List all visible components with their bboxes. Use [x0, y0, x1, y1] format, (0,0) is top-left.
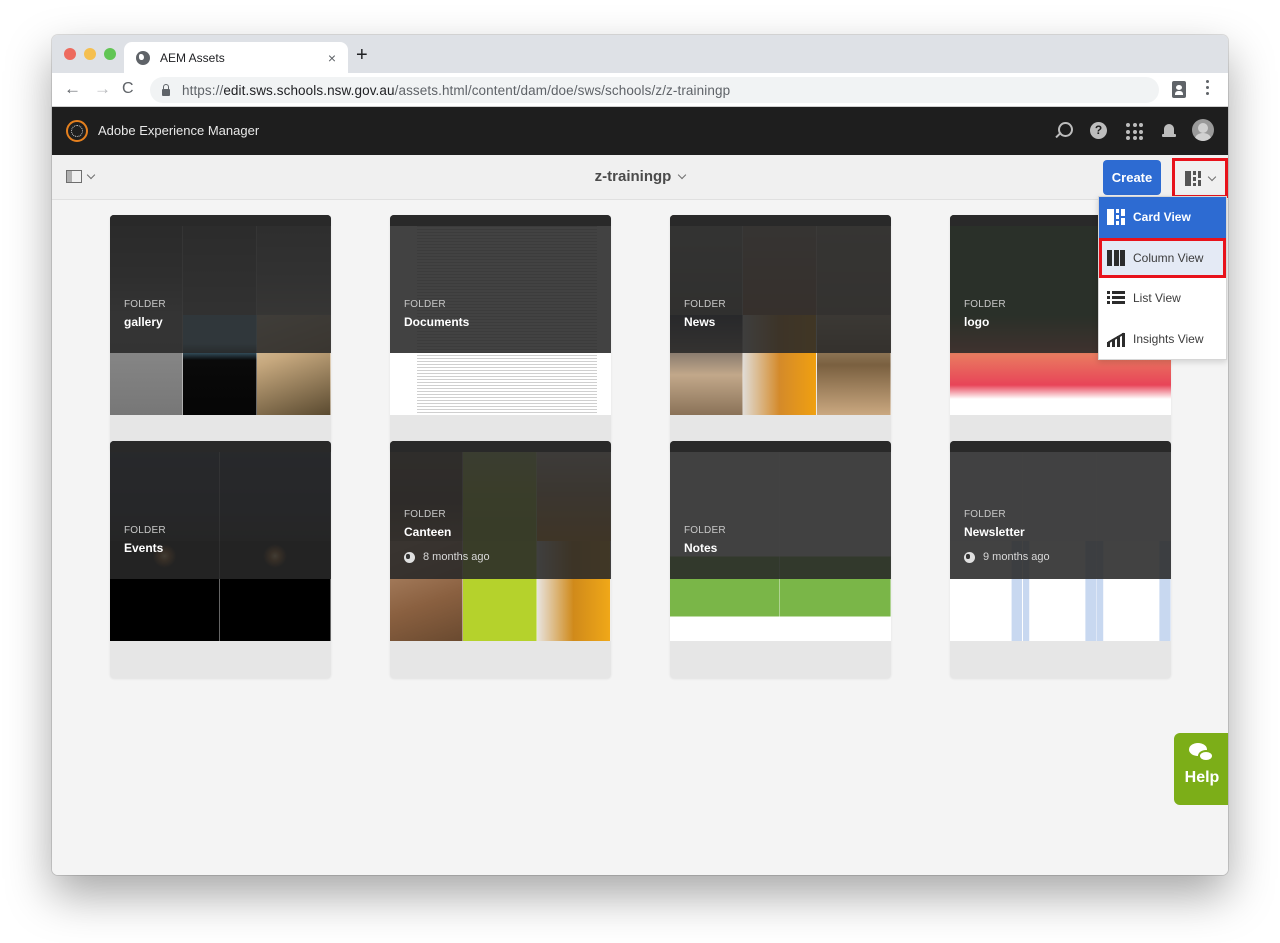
card-meta: FOLDER Events	[124, 525, 166, 555]
modified-time: 8 months ago	[423, 551, 490, 563]
list-view-icon	[1107, 290, 1125, 306]
page-title: z-trainingp	[594, 168, 672, 185]
card-title: Newsletter	[964, 525, 1025, 539]
new-tab-button[interactable]: +	[356, 44, 368, 67]
folder-card-gallery[interactable]: FOLDER gallery	[110, 215, 331, 452]
back-button[interactable]: ←	[64, 79, 81, 99]
card-title: Notes	[684, 541, 718, 555]
help-icon[interactable]: ?	[1088, 120, 1110, 142]
url-scheme: https://	[182, 82, 224, 98]
menu-item-label: Insights View	[1133, 331, 1204, 346]
aem-header: Adobe Experience Manager ?	[52, 107, 1228, 155]
create-button[interactable]: Create	[1103, 160, 1161, 195]
menu-item-label: List View	[1133, 291, 1181, 306]
chevron-down-icon	[678, 170, 687, 180]
lock-icon	[162, 83, 170, 96]
close-window-button[interactable]	[64, 48, 76, 60]
card-title: News	[684, 315, 716, 329]
asset-grid: FOLDER gallery FOLDER Documents FOLDER N…	[52, 201, 1228, 875]
card-meta: FOLDER Documents	[404, 299, 469, 329]
view-switcher-button[interactable]	[1172, 158, 1228, 198]
column-view-icon	[1107, 249, 1125, 266]
card-title: gallery	[124, 315, 163, 329]
search-icon[interactable]	[1053, 120, 1075, 142]
card-type: FOLDER	[964, 299, 1006, 310]
card-meta: FOLDER News	[684, 299, 726, 329]
user-avatar[interactable]	[1192, 119, 1214, 141]
url-path: /assets.html/content/dam/doe/sws/schools…	[394, 82, 731, 98]
card-view-icon	[1185, 170, 1201, 186]
card-meta: FOLDER logo	[964, 299, 1006, 329]
app-title[interactable]: Adobe Experience Manager	[98, 123, 259, 138]
card-type: FOLDER	[124, 299, 166, 310]
published-status: 9 months ago	[964, 551, 1050, 563]
forward-button[interactable]: →	[94, 79, 111, 99]
card-meta: FOLDER gallery	[124, 299, 166, 329]
menu-item-label: Column View	[1133, 250, 1204, 265]
browser-tab[interactable]: AEM Assets ×	[124, 42, 348, 73]
view-menu: Card View Column View List View Insights…	[1098, 196, 1227, 360]
globe-icon	[136, 50, 150, 65]
close-tab-icon[interactable]: ×	[328, 50, 336, 66]
card-type: FOLDER	[964, 509, 1006, 520]
card-title: Canteen	[404, 525, 452, 539]
folder-card-news[interactable]: FOLDER News	[670, 215, 891, 452]
insights-view-icon	[1107, 331, 1125, 347]
modified-time: 9 months ago	[983, 551, 1050, 563]
card-title: Documents	[404, 315, 470, 329]
reload-button[interactable]: C	[122, 80, 134, 98]
card-meta: FOLDER Canteen 8 months ago	[404, 509, 490, 563]
card-meta: FOLDER Newsletter 9 months ago	[964, 509, 1050, 563]
menu-item-label: Card View	[1133, 210, 1191, 225]
published-globe-icon	[964, 551, 975, 563]
menu-item-column-view[interactable]: Column View	[1099, 237, 1226, 278]
folder-card-notes[interactable]: FOLDER Notes	[670, 441, 891, 678]
chevron-down-icon	[1207, 172, 1217, 181]
card-type: FOLDER	[684, 299, 726, 310]
folder-card-events[interactable]: FOLDER Events	[110, 441, 331, 678]
url-host: edit.sws.schools.nsw.gov.au	[223, 82, 395, 98]
menu-item-list-view[interactable]: List View	[1099, 278, 1226, 319]
browser-window: AEM Assets × + ← → C https://edit.sws.sc…	[52, 35, 1228, 875]
published-status: 8 months ago	[404, 551, 490, 563]
address-bar[interactable]: https://edit.sws.schools.nsw.gov.au/asse…	[150, 77, 1159, 103]
profile-badge-icon[interactable]	[1172, 81, 1186, 98]
browser-menu-icon[interactable]	[1206, 80, 1210, 95]
card-type: FOLDER	[684, 525, 726, 536]
folder-card-canteen[interactable]: FOLDER Canteen 8 months ago	[390, 441, 611, 678]
help-label: Help	[1184, 769, 1220, 786]
minimize-window-button[interactable]	[84, 48, 96, 60]
card-view-icon	[1107, 209, 1125, 226]
card-meta: FOLDER Notes	[684, 525, 726, 555]
browser-toolbar: ← → C https://edit.sws.schools.nsw.gov.a…	[52, 73, 1228, 107]
help-glyph: ?	[1090, 122, 1107, 139]
folder-card-documents[interactable]: FOLDER Documents	[390, 215, 611, 452]
apps-grid-icon[interactable]	[1123, 120, 1145, 142]
aem-logo-icon[interactable]	[66, 120, 88, 142]
card-type: FOLDER	[404, 509, 446, 520]
notifications-bell-icon[interactable]	[1158, 120, 1180, 142]
card-type: FOLDER	[404, 299, 446, 310]
folder-card-newsletter[interactable]: FOLDER Newsletter 9 months ago	[950, 441, 1171, 678]
tab-title: AEM Assets	[160, 50, 225, 65]
url-text: https://edit.sws.schools.nsw.gov.au/asse…	[182, 83, 730, 98]
card-title: Events	[124, 541, 164, 555]
tab-strip: AEM Assets × +	[52, 35, 1228, 73]
published-globe-icon	[404, 551, 415, 563]
chat-bubbles-icon	[1187, 743, 1217, 765]
menu-item-insights-view[interactable]: Insights View	[1099, 319, 1226, 360]
card-title: logo	[964, 315, 990, 329]
maximize-window-button[interactable]	[104, 48, 116, 60]
help-button[interactable]: Help	[1174, 733, 1228, 805]
action-bar: z-trainingp Create	[52, 155, 1228, 200]
menu-item-card-view[interactable]: Card View	[1099, 197, 1226, 238]
folder-title-dropdown[interactable]: z-trainingp	[52, 168, 1228, 185]
card-type: FOLDER	[124, 525, 166, 536]
